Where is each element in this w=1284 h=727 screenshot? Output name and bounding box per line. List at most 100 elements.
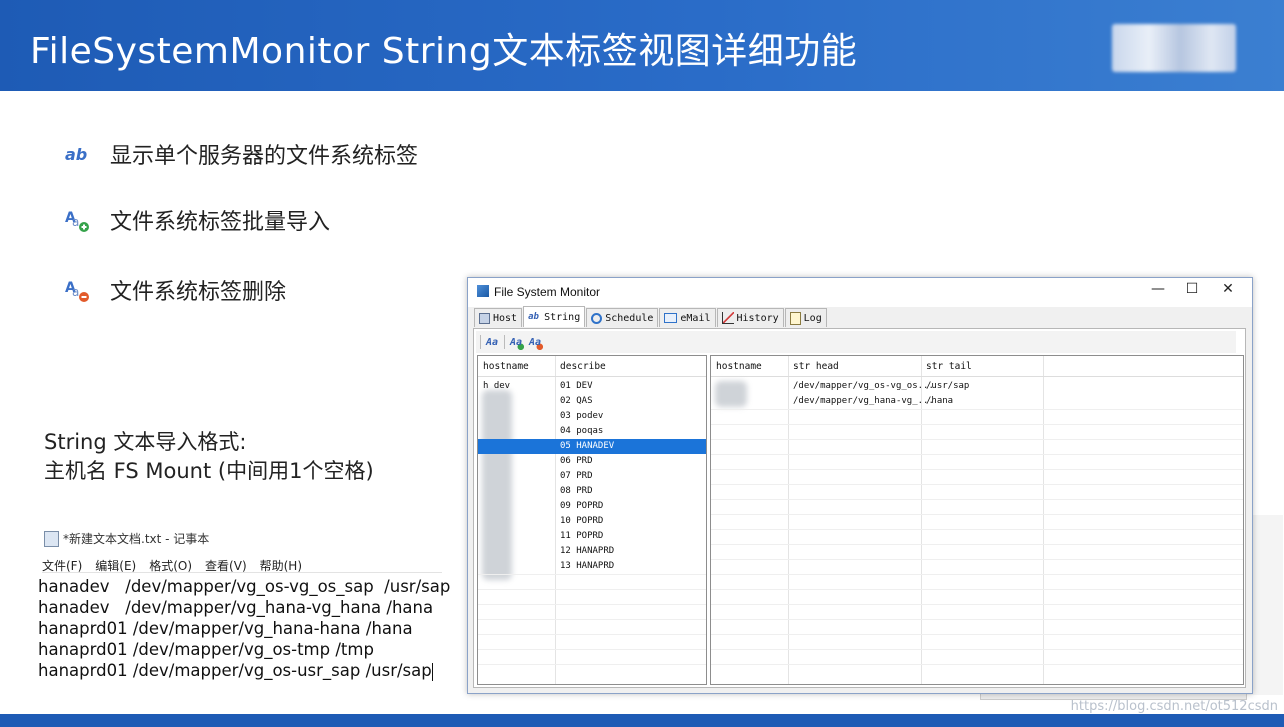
table-row[interactable]: 08 PRD [478,484,706,499]
cell-describe: 04 poqas [560,426,604,436]
column-header-describe[interactable]: describe [560,361,606,372]
bullet-delete-strings: Aa 文件系统标签删除 [64,274,286,306]
grid-line [478,619,706,620]
window-titlebar: File System Monitor — ☐ ✕ [468,278,1252,307]
column-header-hostname[interactable]: hostname [716,361,762,372]
grid-line [711,484,1243,485]
notepad-titlebar: *新建文本文档.txt - 记事本 [44,530,209,547]
table-row[interactable]: 03 podev [478,409,706,424]
ab-string-icon: ab [64,140,92,168]
import-string-icon: Aa [64,206,92,234]
notepad-icon [44,530,59,547]
column-header-str-head[interactable]: str head [793,361,839,372]
cell-hostname: h dev [483,381,511,391]
grid-line [711,469,1243,470]
cell-describe: 11 POPRD [560,531,604,541]
table-row[interactable]: 04 poqas [478,424,706,439]
table-row[interactable]: 10 POPRD [478,514,706,529]
grid-header: hostname str head str tail [711,356,1243,377]
ab-string-icon: ab [528,311,539,322]
table-row[interactable]: h dev 01 DEV [478,379,706,394]
host-list-grid[interactable]: hostname describe h dev 01 DEV 02 QAS 03 … [477,355,707,685]
string-list-grid[interactable]: hostname str head str tail /dev/mapper/v… [710,355,1244,685]
tab-label: eMail [680,312,711,324]
grid-line [711,409,1243,410]
format-description: String 文本导入格式: 主机名 FS Mount (中间用1个空格) [44,428,374,486]
table-row[interactable]: 09 POPRD [478,499,706,514]
notepad-text-area[interactable]: hanadev /dev/mapper/vg_os-vg_os_sap /usr… [38,576,450,681]
tab-strip: Host ab String Schedule eMail History Lo… [474,306,828,328]
grid-line [478,604,706,605]
svg-text:ab: ab [65,145,87,164]
column-header-str-tail[interactable]: str tail [926,361,972,372]
delete-string-icon: Aa [64,276,92,304]
text-line: hanadev /dev/mapper/vg_hana-vg_hana /han… [38,598,434,617]
table-row[interactable]: 11 POPRD [478,529,706,544]
tab-email[interactable]: eMail [659,308,716,327]
grid-line [711,559,1243,560]
grid-line [711,529,1243,530]
minimize-button[interactable]: — [1143,281,1173,297]
email-icon [664,313,678,323]
cell-describe: 10 POPRD [560,516,604,526]
toolbar: Aa Aa Aa [476,331,1236,353]
tab-label: History [736,312,779,324]
grid-line [711,454,1243,455]
grid-line [478,664,706,665]
grid-line [711,544,1243,545]
table-row[interactable]: 07 PRD [478,469,706,484]
clock-icon [591,312,603,324]
cell-describe: 05 HANADEV [560,441,615,451]
cell-describe: 01 DEV [560,381,593,391]
toolbar-grip [480,335,481,349]
import-string-icon[interactable]: Aa [508,334,524,350]
tab-host[interactable]: Host [474,308,523,327]
window-title: File System Monitor [494,285,601,299]
notepad-window: *新建文本文档.txt - 记事本 文件(F) 编辑(E) 格式(O) 查看(V… [36,528,450,688]
column-header-hostname[interactable]: hostname [483,361,529,372]
fsm-window: File System Monitor — ☐ ✕ Host ab String… [467,277,1253,694]
maximize-button[interactable]: ☐ [1177,281,1207,297]
grid-header: hostname describe [478,356,706,377]
bullet-text: 文件系统标签删除 [110,280,287,305]
cell-str-head: /dev/mapper/vg_os-vg_os... [793,381,934,391]
svg-text:a: a [72,215,79,229]
format-heading: String 文本导入格式: [44,430,247,454]
divider [42,572,442,573]
cell-describe: 13 HANAPRD [560,561,615,571]
grid-line [478,649,706,650]
text-line: hanaprd01 /dev/mapper/vg_os-tmp /tmp [38,640,374,659]
table-row[interactable]: 12 HANAPRD [478,544,706,559]
grid-line [711,649,1243,650]
grid-line [478,634,706,635]
text-line: hanaprd01 /dev/mapper/vg_hana-hana /hana [38,619,413,638]
tab-log[interactable]: Log [784,308,827,327]
tab-schedule[interactable]: Schedule [586,308,659,327]
grid-line [711,424,1243,425]
close-button[interactable]: ✕ [1213,281,1243,297]
text-caret [431,662,433,681]
tab-history[interactable]: History [716,308,784,327]
table-row[interactable]: 13 HANAPRD [478,559,706,574]
text-line: hanadev /dev/mapper/vg_os-vg_os_sap /usr… [38,577,451,596]
table-row-selected[interactable]: 05 HANADEV [478,439,706,454]
table-row[interactable]: 02 QAS [478,394,706,409]
ab-string-icon[interactable]: Aa [484,334,500,350]
grid-line [711,634,1243,635]
bullet-text: 显示单个服务器的文件系统标签 [110,144,419,169]
delete-string-icon[interactable]: Aa [527,334,543,350]
log-icon [789,311,801,325]
grid-line [711,604,1243,605]
tab-string[interactable]: ab String [523,306,586,327]
grid-line [478,589,706,590]
watermark: https://blog.csdn.net/ot512csdn [1070,699,1278,714]
tab-label: Log [803,312,822,324]
grid-line [711,619,1243,620]
cell-describe: 07 PRD [560,471,593,481]
grid-line [478,574,706,575]
cell-str-tail: /hana [926,396,954,406]
tab-label: Host [493,312,518,324]
table-row[interactable]: 06 PRD [478,454,706,469]
table-row[interactable]: /dev/mapper/vg_hana-vg_.../hana [711,394,1243,409]
table-row[interactable]: /dev/mapper/vg_os-vg_os.../usr/sap [711,379,1243,394]
